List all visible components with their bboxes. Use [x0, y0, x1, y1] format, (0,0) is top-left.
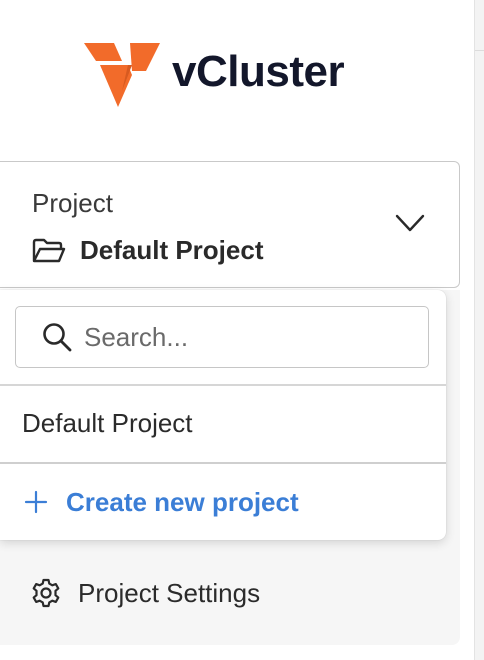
- create-project-label: Create new project: [66, 486, 299, 517]
- sidebar: vCluster Project Default Project Default…: [0, 0, 474, 660]
- vcluster-logo-icon: [84, 43, 160, 107]
- plus-icon: [24, 490, 48, 514]
- brand-name: vCluster: [172, 47, 345, 96]
- project-selector-value: Default Project: [80, 235, 264, 265]
- chevron-down-icon: [395, 214, 425, 232]
- search-icon: [43, 323, 72, 352]
- project-settings-label: Project Settings: [78, 577, 261, 608]
- project-option-default[interactable]: Default Project: [0, 385, 446, 462]
- project-dropdown: Default Project Create new project: [0, 290, 446, 540]
- folder-open-icon: [32, 238, 66, 262]
- project-selector-label: Project: [32, 188, 113, 218]
- search-box[interactable]: [15, 306, 429, 368]
- gear-icon: [32, 578, 60, 608]
- divider: [475, 50, 484, 51]
- main-content-edge: [474, 0, 484, 660]
- brand-logo[interactable]: vCluster: [84, 36, 345, 108]
- project-selector-value-row: Default Project: [32, 235, 264, 266]
- create-project-button[interactable]: Create new project: [0, 464, 446, 540]
- project-selector[interactable]: Project Default Project: [0, 161, 460, 288]
- search-input[interactable]: [84, 321, 404, 353]
- project-settings-nav-item[interactable]: Project Settings: [0, 566, 460, 620]
